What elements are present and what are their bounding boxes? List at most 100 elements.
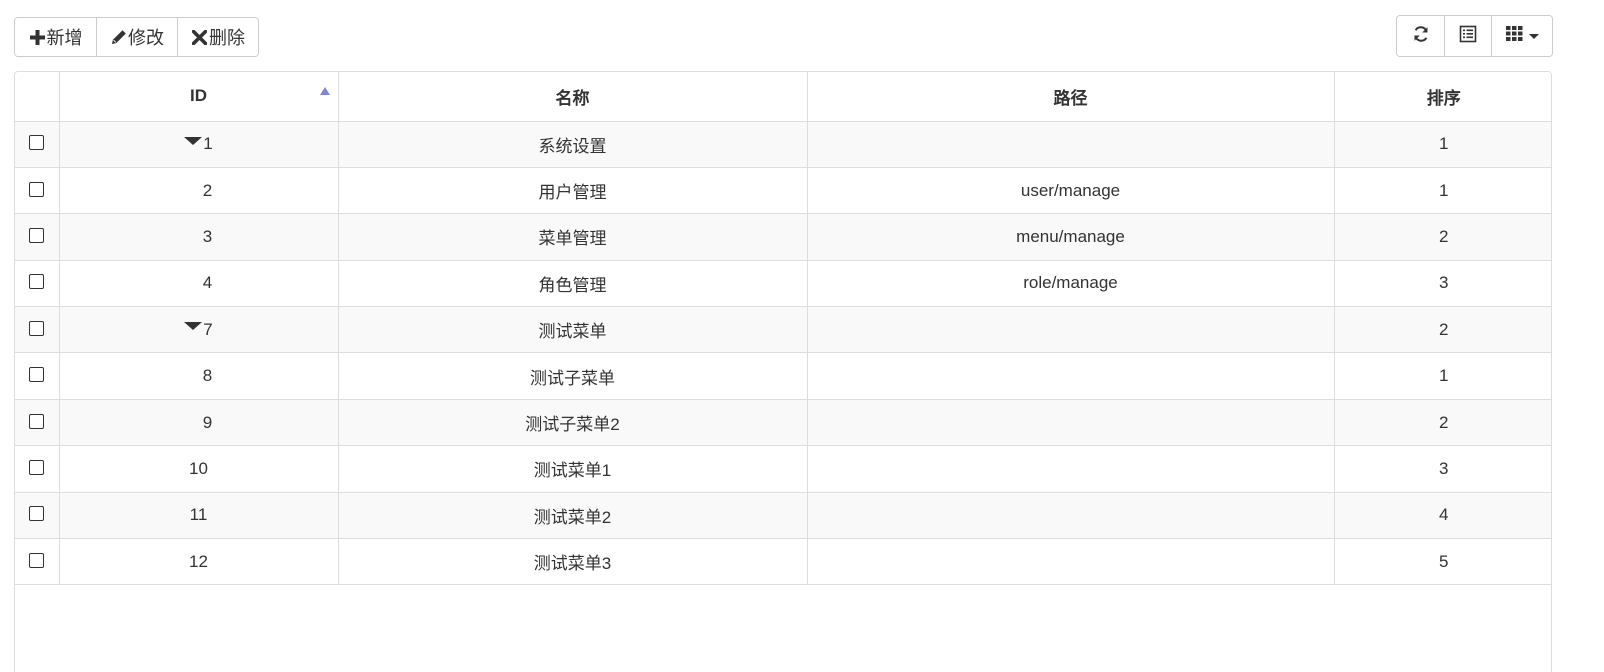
id-cell-content: 9: [185, 413, 212, 433]
name-value: 测试子菜单2: [525, 415, 620, 435]
path-cell: [807, 538, 1335, 586]
table-row[interactable]: 4 角色管理 role/manage 3: [15, 260, 1551, 308]
table-row[interactable]: 9 测试子菜单2 2: [15, 399, 1551, 447]
name-value: 角色管理: [538, 275, 607, 295]
path-cell: [807, 121, 1335, 168]
id-cell: 7: [59, 306, 339, 354]
row-checkbox[interactable]: [29, 367, 45, 383]
row-select-cell: [15, 352, 60, 400]
id-value: 3: [202, 226, 213, 246]
table-row[interactable]: 10 测试菜单1 3: [15, 445, 1551, 493]
columns-dropdown-button[interactable]: [1491, 16, 1552, 56]
table-row[interactable]: 8 测试子菜单 1: [15, 352, 1551, 400]
path-cell: role/manage: [807, 260, 1335, 308]
edit-button-label: 修改: [128, 28, 164, 48]
row-select-cell: [15, 167, 60, 215]
order-cell: 2: [1334, 213, 1551, 261]
id-cell-content: 1: [184, 134, 213, 154]
refresh-icon: [1412, 25, 1430, 48]
menu-tree-table: ID 名称 路径 排序 1 系统设置 1 2 用户管理 user/manage 1 3 菜单管理…: [14, 71, 1552, 672]
name-value: 测试菜单3: [533, 554, 612, 574]
id-value: 11: [189, 505, 208, 525]
path-cell: [807, 399, 1335, 447]
row-select-cell: [15, 306, 60, 354]
id-cell-content: 10: [189, 459, 208, 479]
add-button[interactable]: 新增: [15, 18, 96, 56]
row-select-cell: [15, 213, 60, 261]
tree-collapse-icon[interactable]: [184, 136, 203, 145]
header-select-all: [15, 72, 60, 122]
order-value: 2: [1439, 226, 1449, 246]
name-value: 用户管理: [538, 183, 607, 203]
id-cell-content: 8: [185, 366, 212, 386]
name-cell: 测试菜单1: [338, 445, 808, 493]
table-row[interactable]: 1 系统设置 1: [15, 121, 1551, 168]
path-cell: [807, 306, 1335, 354]
remove-icon: [191, 29, 208, 46]
row-checkbox[interactable]: [29, 459, 45, 475]
header-order-label: 排序: [1426, 88, 1461, 108]
path-value: menu/manage: [1016, 226, 1125, 246]
toggle-view-button[interactable]: [1444, 16, 1491, 56]
order-value: 5: [1439, 551, 1449, 571]
id-cell: 4: [59, 260, 339, 308]
row-select-cell: [15, 445, 60, 493]
header-name[interactable]: 名称: [338, 72, 808, 122]
name-cell: 测试子菜单2: [338, 399, 808, 447]
row-select-cell: [15, 538, 60, 586]
row-checkbox[interactable]: [29, 227, 45, 243]
plus-icon: [29, 29, 46, 46]
id-value: 9: [202, 412, 213, 432]
name-value: 菜单管理: [538, 229, 607, 249]
id-cell: 9: [59, 399, 339, 447]
id-cell: 2: [59, 167, 339, 215]
order-value: 2: [1439, 412, 1449, 432]
header-order[interactable]: 排序: [1334, 72, 1551, 122]
row-checkbox[interactable]: [29, 135, 45, 151]
name-cell: 角色管理: [338, 260, 808, 308]
order-cell: 1: [1334, 167, 1551, 215]
page: 新增 修改 删除 ID 名称 路径 排序 1 系统设置 1 2 用户管理 use…: [0, 0, 1604, 672]
table-row[interactable]: 11 测试菜单2 4: [15, 492, 1551, 540]
name-cell: 测试菜单2: [338, 492, 808, 540]
row-checkbox[interactable]: [29, 320, 45, 336]
path-value: role/manage: [1023, 273, 1118, 293]
path-cell: [807, 445, 1335, 493]
row-checkbox[interactable]: [29, 413, 45, 429]
id-cell: 1: [59, 121, 339, 168]
name-cell: 测试子菜单: [338, 352, 808, 400]
caret-down-icon: [1528, 33, 1539, 39]
row-checkbox[interactable]: [29, 506, 45, 522]
name-value: 系统设置: [538, 136, 607, 156]
order-value: 3: [1439, 458, 1449, 478]
id-value: 10: [189, 458, 208, 478]
name-value: 测试子菜单: [530, 368, 615, 388]
toolbar-actions: 新增 修改 删除: [14, 17, 259, 57]
order-cell: 3: [1334, 445, 1551, 493]
table-row[interactable]: 3 菜单管理 menu/manage 2: [15, 213, 1551, 261]
edit-button[interactable]: 修改: [96, 18, 177, 56]
row-checkbox[interactable]: [29, 552, 45, 568]
th-icon: [1505, 25, 1523, 47]
table-row[interactable]: 2 用户管理 user/manage 1: [15, 167, 1551, 215]
name-value: 测试菜单1: [533, 461, 612, 481]
path-cell: [807, 492, 1335, 540]
path-cell: user/manage: [807, 167, 1335, 215]
tree-collapse-icon[interactable]: [184, 322, 203, 331]
header-id[interactable]: ID: [59, 72, 339, 122]
delete-button[interactable]: 删除: [177, 18, 258, 56]
refresh-button[interactable]: [1397, 16, 1444, 56]
name-cell: 测试菜单: [338, 306, 808, 354]
id-cell: 8: [59, 352, 339, 400]
header-name-label: 名称: [555, 88, 590, 108]
id-cell-content: 11: [190, 505, 208, 525]
order-value: 1: [1439, 134, 1449, 154]
row-checkbox[interactable]: [29, 274, 45, 290]
id-cell-content: 3: [185, 227, 212, 247]
table-row[interactable]: 12 测试菜单3 5: [15, 538, 1551, 586]
header-path[interactable]: 路径: [807, 72, 1335, 122]
row-checkbox[interactable]: [29, 181, 45, 197]
list-alt-icon: [1459, 25, 1477, 48]
name-cell: 用户管理: [338, 167, 808, 215]
table-row[interactable]: 7 测试菜单 2: [15, 306, 1551, 354]
